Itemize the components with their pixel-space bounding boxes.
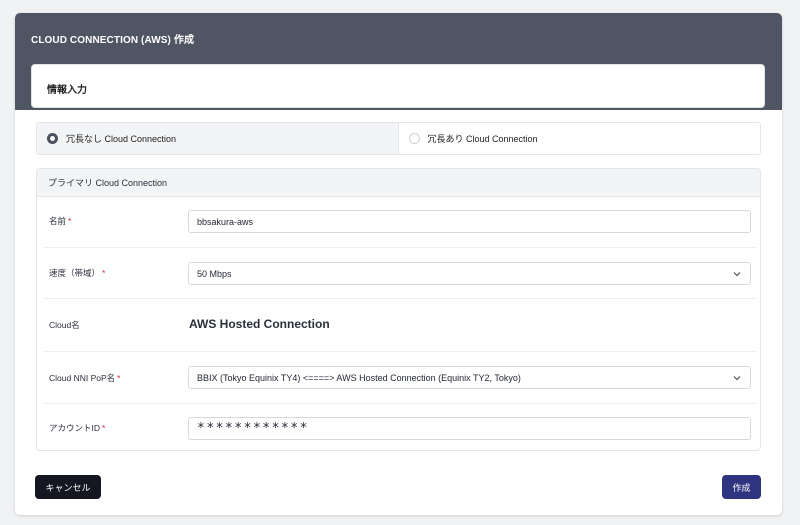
chevron-down-icon: [733, 376, 741, 381]
speed-label: 速度（帯域） *: [49, 268, 106, 278]
radio-label: 冗長あり Cloud Connection: [427, 134, 538, 144]
section-title: 情報入力: [47, 85, 87, 96]
speed-select[interactable]: 50 Mbps: [188, 262, 751, 285]
nni-pop-select-value: BBIX (Tokyo Equinix TY4) <====> AWS Host…: [197, 372, 521, 383]
primary-connection-panel: プライマリ Cloud Connection 名前 * bbsakura-aws …: [36, 168, 761, 451]
radio-unchecked-icon: [408, 133, 420, 144]
form-row-cloud-name: Cloud名 AWS Hosted Connection: [43, 299, 756, 352]
info-input-section: 情報入力: [31, 64, 765, 108]
name-input[interactable]: bbsakura-aws: [188, 210, 751, 233]
radio-no-redundancy[interactable]: 冗長なし Cloud Connection: [37, 123, 399, 154]
nni-pop-select[interactable]: BBIX (Tokyo Equinix TY4) <====> AWS Host…: [188, 366, 751, 389]
form-row-name: 名前 * bbsakura-aws: [43, 197, 756, 248]
radio-label: 冗長なし Cloud Connection: [66, 134, 177, 144]
account-id-label: アカウントID *: [49, 423, 106, 433]
chevron-down-icon: [733, 272, 741, 277]
radio-checked-icon: [47, 133, 58, 144]
name-label: 名前 *: [49, 216, 72, 226]
create-cloud-connection-modal: CLOUD CONNECTION (AWS) 作成 情報入力 冗長なし Clou…: [15, 13, 782, 515]
cloud-name-value: AWS Hosted Connection: [189, 317, 330, 331]
redundancy-radio-group: 冗長なし Cloud Connection 冗長あり Cloud Connect…: [36, 122, 761, 155]
account-id-input[interactable]: ************: [188, 417, 751, 440]
nni-pop-label: Cloud NNI PoP名 *: [49, 373, 121, 383]
account-id-masked-value: ************: [197, 421, 309, 436]
name-input-value: bbsakura-aws: [197, 216, 254, 227]
speed-select-value: 50 Mbps: [197, 268, 232, 279]
create-button[interactable]: 作成: [722, 475, 761, 499]
panel-title: プライマリ Cloud Connection: [37, 169, 760, 197]
modal-title: CLOUD CONNECTION (AWS) 作成: [31, 35, 195, 46]
form-row-account-id: アカウントID * ************: [43, 404, 756, 450]
radio-with-redundancy[interactable]: 冗長あり Cloud Connection: [399, 123, 761, 154]
form-row-speed: 速度（帯域） * 50 Mbps: [43, 248, 756, 299]
form-row-nni-pop: Cloud NNI PoP名 * BBIX (Tokyo Equinix TY4)…: [43, 352, 756, 404]
cancel-button[interactable]: キャンセル: [35, 475, 101, 499]
cloud-name-label: Cloud名: [49, 320, 80, 330]
